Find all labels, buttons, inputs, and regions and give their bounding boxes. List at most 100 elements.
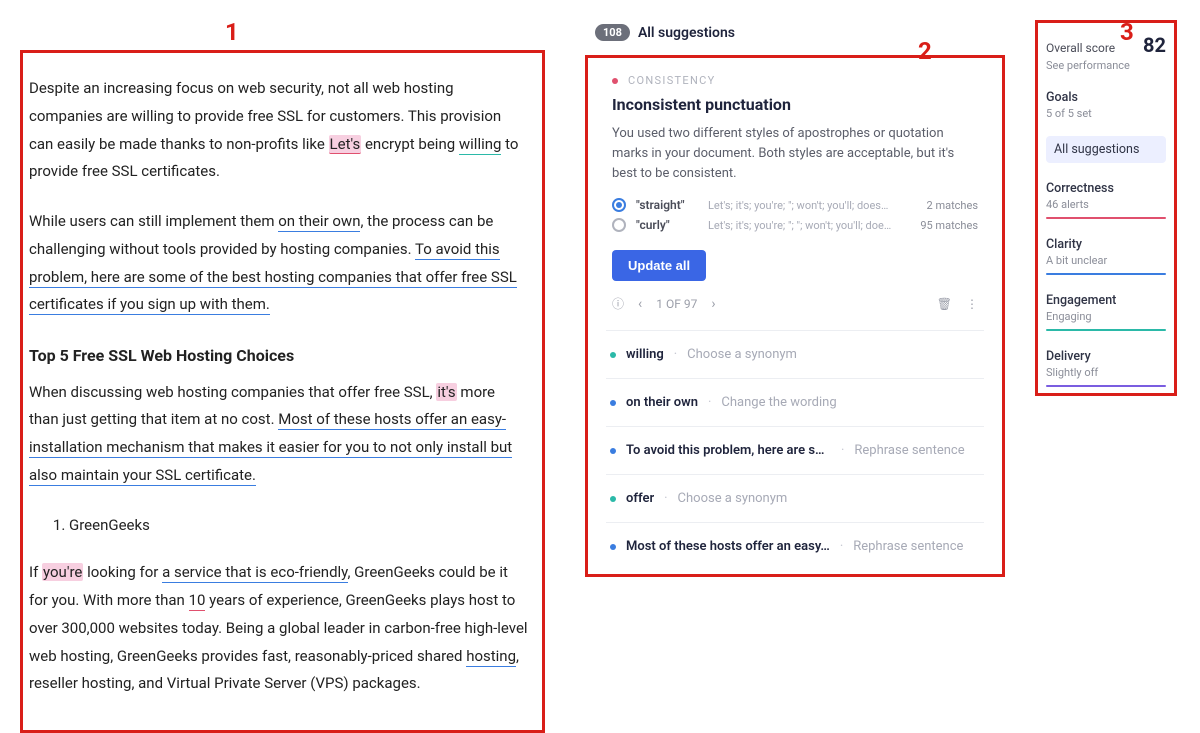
heading: Top 5 Free SSL Web Hosting Choices <box>29 341 528 371</box>
highlighted-word[interactable]: it's <box>436 383 456 401</box>
list-item-text: willing <box>626 347 664 362</box>
list-item-text: on their own <box>626 395 698 410</box>
list-dot-icon <box>610 496 616 502</box>
metric-bar <box>1046 329 1166 331</box>
suggestion-list-item[interactable]: Most of these hosts offer an easy… · Rephr… <box>606 522 984 570</box>
option-preview: Let's; it's; you're; "; won't; you'll; d… <box>708 199 917 212</box>
metric-bar <box>1046 217 1166 219</box>
text: If <box>29 563 42 581</box>
list-dot-icon <box>610 400 616 406</box>
metric-sub: 46 alerts <box>1046 198 1166 211</box>
suggestion-list-item[interactable]: willing · Choose a synonym <box>606 330 984 378</box>
option-preview: Let's; it's; you're; "; "; won't; you'll… <box>708 219 910 232</box>
dot-sep: · <box>674 347 677 362</box>
category-dot-icon <box>612 78 618 84</box>
metric-correctness[interactable]: Correctness 46 alerts <box>1046 181 1166 219</box>
text: When discussing web hosting companies th… <box>29 383 436 401</box>
dot-sep: · <box>708 395 711 410</box>
metric-title: Clarity <box>1046 237 1166 252</box>
metric-clarity[interactable]: Clarity A bit unclear <box>1046 237 1166 275</box>
header-label: All suggestions <box>638 25 735 41</box>
category-label: CONSISTENCY <box>628 74 716 87</box>
help-icon[interactable]: ⓘ <box>612 295 624 312</box>
underline-teal[interactable]: willing <box>459 135 502 155</box>
all-suggestions-tab[interactable]: All suggestions <box>1046 136 1166 163</box>
option-curly[interactable]: "curly" Let's; it's; you're; "; "; won't… <box>612 218 978 232</box>
list-item-action: Choose a synonym <box>687 347 797 362</box>
radio-selected-icon[interactable] <box>612 198 626 212</box>
count-badge: 108 <box>595 24 630 41</box>
suggestions-header[interactable]: 108 All suggestions <box>595 24 1005 41</box>
paragraph[interactable]: Despite an increasing focus on web secur… <box>29 75 528 186</box>
list-dot-icon <box>610 352 616 358</box>
annotation-2: 2 <box>918 37 932 65</box>
option-straight[interactable]: "straight" Let's; it's; you're; "; won't… <box>612 198 978 212</box>
list-item-action: Change the wording <box>721 395 836 410</box>
goals-label: Goals <box>1046 90 1166 105</box>
metric-bar <box>1046 273 1166 275</box>
ordered-list: GreenGeeks <box>69 512 528 540</box>
underline-blue[interactable]: a service that is eco-friendly <box>162 563 347 583</box>
sidebar-panel: Overall score 82 See performance Goals 5… <box>1035 20 1177 396</box>
card-description: You used two different styles of apostro… <box>612 124 978 184</box>
underline-blue[interactable]: hosting <box>466 647 516 667</box>
goals-section[interactable]: Goals 5 of 5 set <box>1046 90 1166 120</box>
dot-sep: · <box>841 443 844 458</box>
annotation-3: 3 <box>1120 18 1134 46</box>
card-title: Inconsistent punctuation <box>612 95 978 114</box>
underline-blue[interactable]: on their own <box>278 212 360 232</box>
metric-delivery[interactable]: Delivery Slightly off <box>1046 349 1166 387</box>
list-dot-icon <box>610 448 616 454</box>
annotation-1: 1 <box>225 18 239 46</box>
highlighted-word[interactable]: you're <box>42 563 83 581</box>
list-item-text: offer <box>626 491 654 506</box>
underline-red[interactable]: 10 <box>189 591 206 611</box>
list-item-action: Rephrase sentence <box>854 443 964 458</box>
metric-bar <box>1046 385 1166 387</box>
list-item-text: To avoid this problem, here are so… <box>626 443 831 458</box>
text: encrypt being <box>361 135 459 153</box>
list-item-action: Rephrase sentence <box>853 539 963 554</box>
text: While users can still implement them <box>29 212 278 230</box>
list-item-action: Choose a synonym <box>678 491 788 506</box>
metric-engagement[interactable]: Engagement Engaging <box>1046 293 1166 331</box>
trash-icon[interactable]: 🗑 <box>937 297 952 311</box>
paragraph[interactable]: When discussing web hosting companies th… <box>29 379 528 490</box>
metric-title: Correctness <box>1046 181 1166 196</box>
list-item-text: Most of these hosts offer an easy… <box>626 539 830 554</box>
metric-sub: Engaging <box>1046 310 1166 323</box>
dot-sep: · <box>664 491 667 506</box>
highlighted-word[interactable]: Let's <box>329 135 362 154</box>
option-name: "straight" <box>636 198 698 212</box>
goals-sub: 5 of 5 set <box>1046 107 1166 120</box>
list-dot-icon <box>610 544 616 550</box>
suggestion-card[interactable]: CONSISTENCY Inconsistent punctuation You… <box>606 70 984 330</box>
next-icon[interactable]: › <box>711 296 715 312</box>
overall-score[interactable]: Overall score 82 <box>1046 33 1166 57</box>
option-matches: 95 matches <box>920 219 978 232</box>
option-name: "curly" <box>636 218 698 232</box>
list-item: GreenGeeks <box>69 512 528 540</box>
suggestion-list-item[interactable]: on their own · Change the wording <box>606 378 984 426</box>
editor-pane[interactable]: Despite an increasing focus on web secur… <box>20 50 545 733</box>
paragraph[interactable]: If you're looking for a service that is … <box>29 559 528 698</box>
option-matches: 2 matches <box>927 199 978 212</box>
suggestions-panel: CONSISTENCY Inconsistent punctuation You… <box>585 55 1005 577</box>
update-all-button[interactable]: Update all <box>612 250 706 281</box>
score-label: Overall score <box>1046 41 1115 55</box>
paragraph[interactable]: While users can still implement them on … <box>29 208 528 319</box>
metric-sub: Slightly off <box>1046 366 1166 379</box>
text: looking for <box>83 563 162 581</box>
metric-sub: A bit unclear <box>1046 254 1166 267</box>
metric-title: Engagement <box>1046 293 1166 308</box>
dot-sep: · <box>840 539 843 554</box>
prev-icon[interactable]: ‹ <box>638 296 642 312</box>
suggestion-list-item[interactable]: offer · Choose a synonym <box>606 474 984 522</box>
metric-title: Delivery <box>1046 349 1166 364</box>
radio-unselected-icon[interactable] <box>612 218 626 232</box>
score-value: 82 <box>1143 33 1166 57</box>
pager-text: 1 OF 97 <box>656 297 697 311</box>
score-sub[interactable]: See performance <box>1046 59 1166 72</box>
suggestion-list-item[interactable]: To avoid this problem, here are so… · Reph… <box>606 426 984 474</box>
more-icon[interactable]: ⋮ <box>966 297 978 311</box>
